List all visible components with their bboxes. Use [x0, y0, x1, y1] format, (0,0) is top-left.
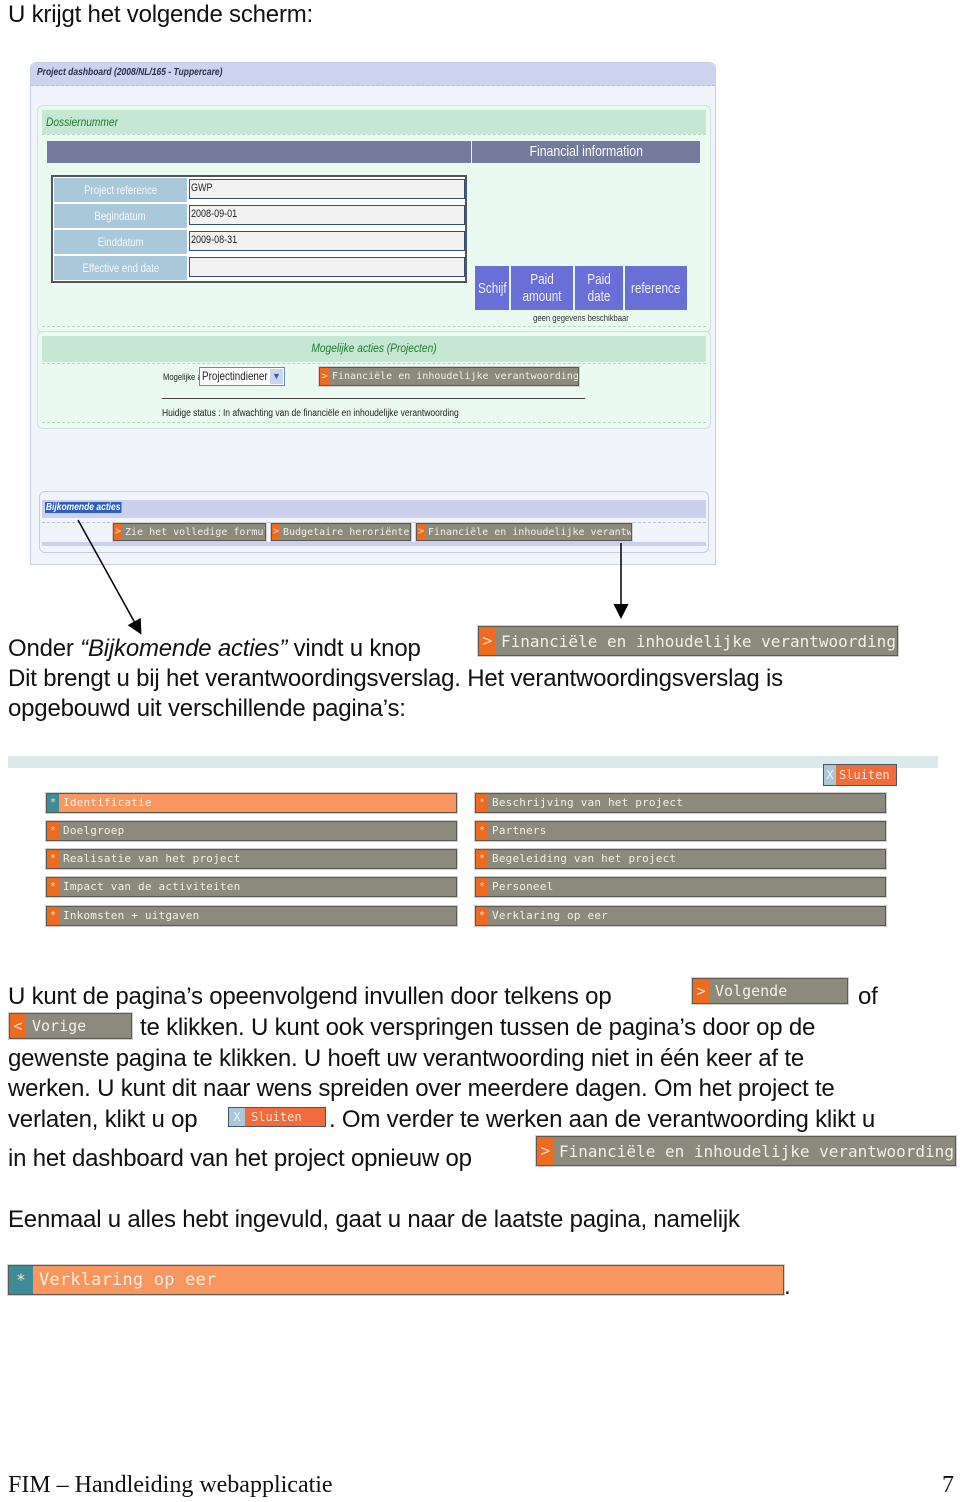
verklaring-op-eer-button[interactable]: * Verklaring op eer: [7, 1264, 785, 1296]
paragraph-2-or: of: [858, 983, 878, 1010]
page-personeel[interactable]: * Personeel: [474, 876, 887, 898]
extra-actions-header: Bijkomende acties: [42, 500, 706, 518]
effective-end-date-field[interactable]: [189, 257, 465, 277]
page-verklaring-op-eer[interactable]: * Verklaring op eer: [474, 905, 887, 927]
paragraph-2-line-3: gewenste pagina te klikken. U hoeft uw v…: [8, 1045, 804, 1072]
field-label: Project reference: [54, 178, 187, 202]
field-label: Einddatum: [54, 230, 187, 254]
field-row-effective-end-date: Effective end date: [54, 256, 465, 281]
project-reference-field[interactable]: GWP: [189, 179, 465, 199]
chevron-right-icon: >: [693, 979, 709, 1003]
financial-information-header: Financial information: [471, 141, 700, 163]
asterisk-icon: *: [476, 907, 488, 925]
paragraph-2-line-5a: verlaten, klikt u op: [8, 1106, 198, 1133]
chevron-right-icon: >: [114, 524, 122, 540]
actions-title: Mogelijke acties (Projecten): [311, 341, 437, 355]
dossier-panel-header: Dossiernummer: [42, 110, 706, 134]
paragraph-1-line-2: Dit brengt u bij het verantwoordingsvers…: [8, 665, 783, 692]
inline-close-button[interactable]: X Sluiten: [228, 1107, 326, 1127]
column-header-schijf: Schijf: [475, 266, 509, 310]
begindatum-field[interactable]: 2008-09-01: [189, 205, 465, 225]
paragraph-3-period: .: [784, 1273, 791, 1300]
page-doelgroep[interactable]: * Doelgroep: [45, 820, 458, 842]
asterisk-icon: *: [47, 850, 59, 868]
paragraph-2-line-4: werken. U kunt dit naar wens spreiden ov…: [8, 1075, 835, 1102]
dashboard-screenshot: Project dashboard (2008/NL/165 - Tupperc…: [30, 62, 716, 565]
footer-title: FIM – Handleiding webapplicatie: [8, 1472, 333, 1498]
asterisk-icon: *: [47, 907, 59, 925]
extra-actions-panel: Bijkomende acties: [39, 491, 709, 553]
page-partners[interactable]: * Partners: [474, 820, 887, 842]
page-realisatie[interactable]: * Realisatie van het project: [45, 848, 458, 870]
actions-panel-header: Mogelijke acties (Projecten): [42, 336, 706, 362]
intro-text: U krijgt het volgende scherm:: [8, 1, 314, 28]
asterisk-icon: *: [9, 1266, 33, 1294]
asterisk-icon: *: [47, 878, 59, 896]
field-row-einddatum: Einddatum 2009-08-31: [54, 230, 465, 255]
field-row-begindatum: Begindatum 2008-09-01: [54, 204, 465, 229]
paragraph-1-line-3: opgebouwd uit verschillende pagina’s:: [8, 695, 406, 722]
dashboard-title-bar: Project dashboard (2008/NL/165 - Tupperc…: [31, 63, 715, 86]
chevron-left-icon: <: [10, 1014, 26, 1038]
asterisk-icon: *: [47, 794, 59, 812]
next-button[interactable]: > Volgende: [691, 977, 849, 1005]
inline-verantwoording-button[interactable]: > Financiële en inhoudelijke verantwoord…: [477, 625, 899, 657]
paragraph-2-line-2: te klikken. U kunt ook verspringen tusse…: [140, 1014, 816, 1041]
field-label: Begindatum: [54, 204, 187, 228]
close-icon: X: [824, 765, 836, 785]
einddatum-field[interactable]: 2009-08-31: [189, 231, 465, 251]
submit-verantwoording-button[interactable]: > Financiële en inhoudelijke verantwoord…: [318, 366, 580, 387]
chevron-right-icon: >: [272, 524, 280, 540]
column-header-reference: reference: [625, 266, 687, 310]
paragraph-2-line-6: in het dashboard van het project opnieuw…: [8, 1145, 472, 1172]
paragraph-1-line-1: Onder “Bijkomende acties” vindt u knop: [8, 635, 421, 662]
page-number: 7: [942, 1472, 954, 1498]
extra-actions-title: Bijkomende acties: [45, 502, 122, 513]
chevron-right-icon: >: [479, 627, 496, 655]
page-begeleiding[interactable]: * Begeleiding van het project: [474, 848, 887, 870]
financial-empty-message: geen gegevens beschikbaar: [533, 313, 629, 323]
paragraph-2-line-1: U kunt de pagina’s opeenvolgend invullen…: [8, 983, 612, 1010]
dashboard-title: Project dashboard (2008/NL/165 - Tupperc…: [37, 67, 223, 78]
close-button[interactable]: X Sluiten: [823, 764, 897, 786]
chevron-right-icon: >: [537, 1137, 554, 1165]
project-reference-table: Project reference GWP Begindatum 2008-09…: [51, 175, 467, 283]
paragraph-2-line-5b: . Om verder te werken aan de verantwoord…: [329, 1106, 876, 1133]
asterisk-icon: *: [476, 850, 488, 868]
close-icon: X: [229, 1108, 245, 1126]
page-impact[interactable]: * Impact van de activiteiten: [45, 876, 458, 898]
page-identificatie[interactable]: * Identificatie: [45, 792, 458, 814]
field-label: Effective end date: [54, 256, 187, 280]
role-select[interactable]: Projectindiener ▼: [199, 367, 285, 386]
chevron-right-icon: >: [417, 524, 425, 540]
dossier-title: Dossiernummer: [46, 115, 118, 129]
current-status: Huidige status : In afwachting van de fi…: [162, 408, 459, 419]
previous-button[interactable]: < Vorige: [8, 1012, 133, 1040]
budget-reorientation-button[interactable]: > Budgetaire heroriëntering: [270, 522, 412, 542]
page-inkomsten-uitgaven[interactable]: * Inkomsten + uitgaven: [45, 905, 458, 927]
chevron-right-icon: >: [320, 368, 329, 385]
report-menu-bar: [8, 756, 938, 768]
field-row-project-reference: Project reference GWP: [54, 178, 465, 203]
page-beschrijving[interactable]: * Beschrijving van het project: [474, 792, 887, 814]
chevron-down-icon: ▼: [270, 369, 283, 384]
full-form-button[interactable]: > Zie het volledige formulier: [112, 522, 267, 542]
asterisk-icon: *: [476, 794, 488, 812]
divider: [162, 398, 585, 399]
column-header-paid-amount: Paid amount: [511, 266, 573, 310]
bijkomende-acties-reference: “Bijkomende acties”: [80, 635, 288, 662]
asterisk-icon: *: [476, 822, 488, 840]
column-header-paid-date: Paid date: [575, 266, 623, 310]
verantwoording-button[interactable]: > Financiële en inhoudelijke verantwoord…: [415, 522, 633, 542]
paragraph-3: Eenmaal u alles hebt ingevuld, gaat u na…: [8, 1206, 740, 1233]
asterisk-icon: *: [47, 822, 59, 840]
asterisk-icon: *: [476, 878, 488, 896]
inline-verantwoording-button-2[interactable]: > Financiële en inhoudelijke verantwoord…: [535, 1135, 957, 1167]
